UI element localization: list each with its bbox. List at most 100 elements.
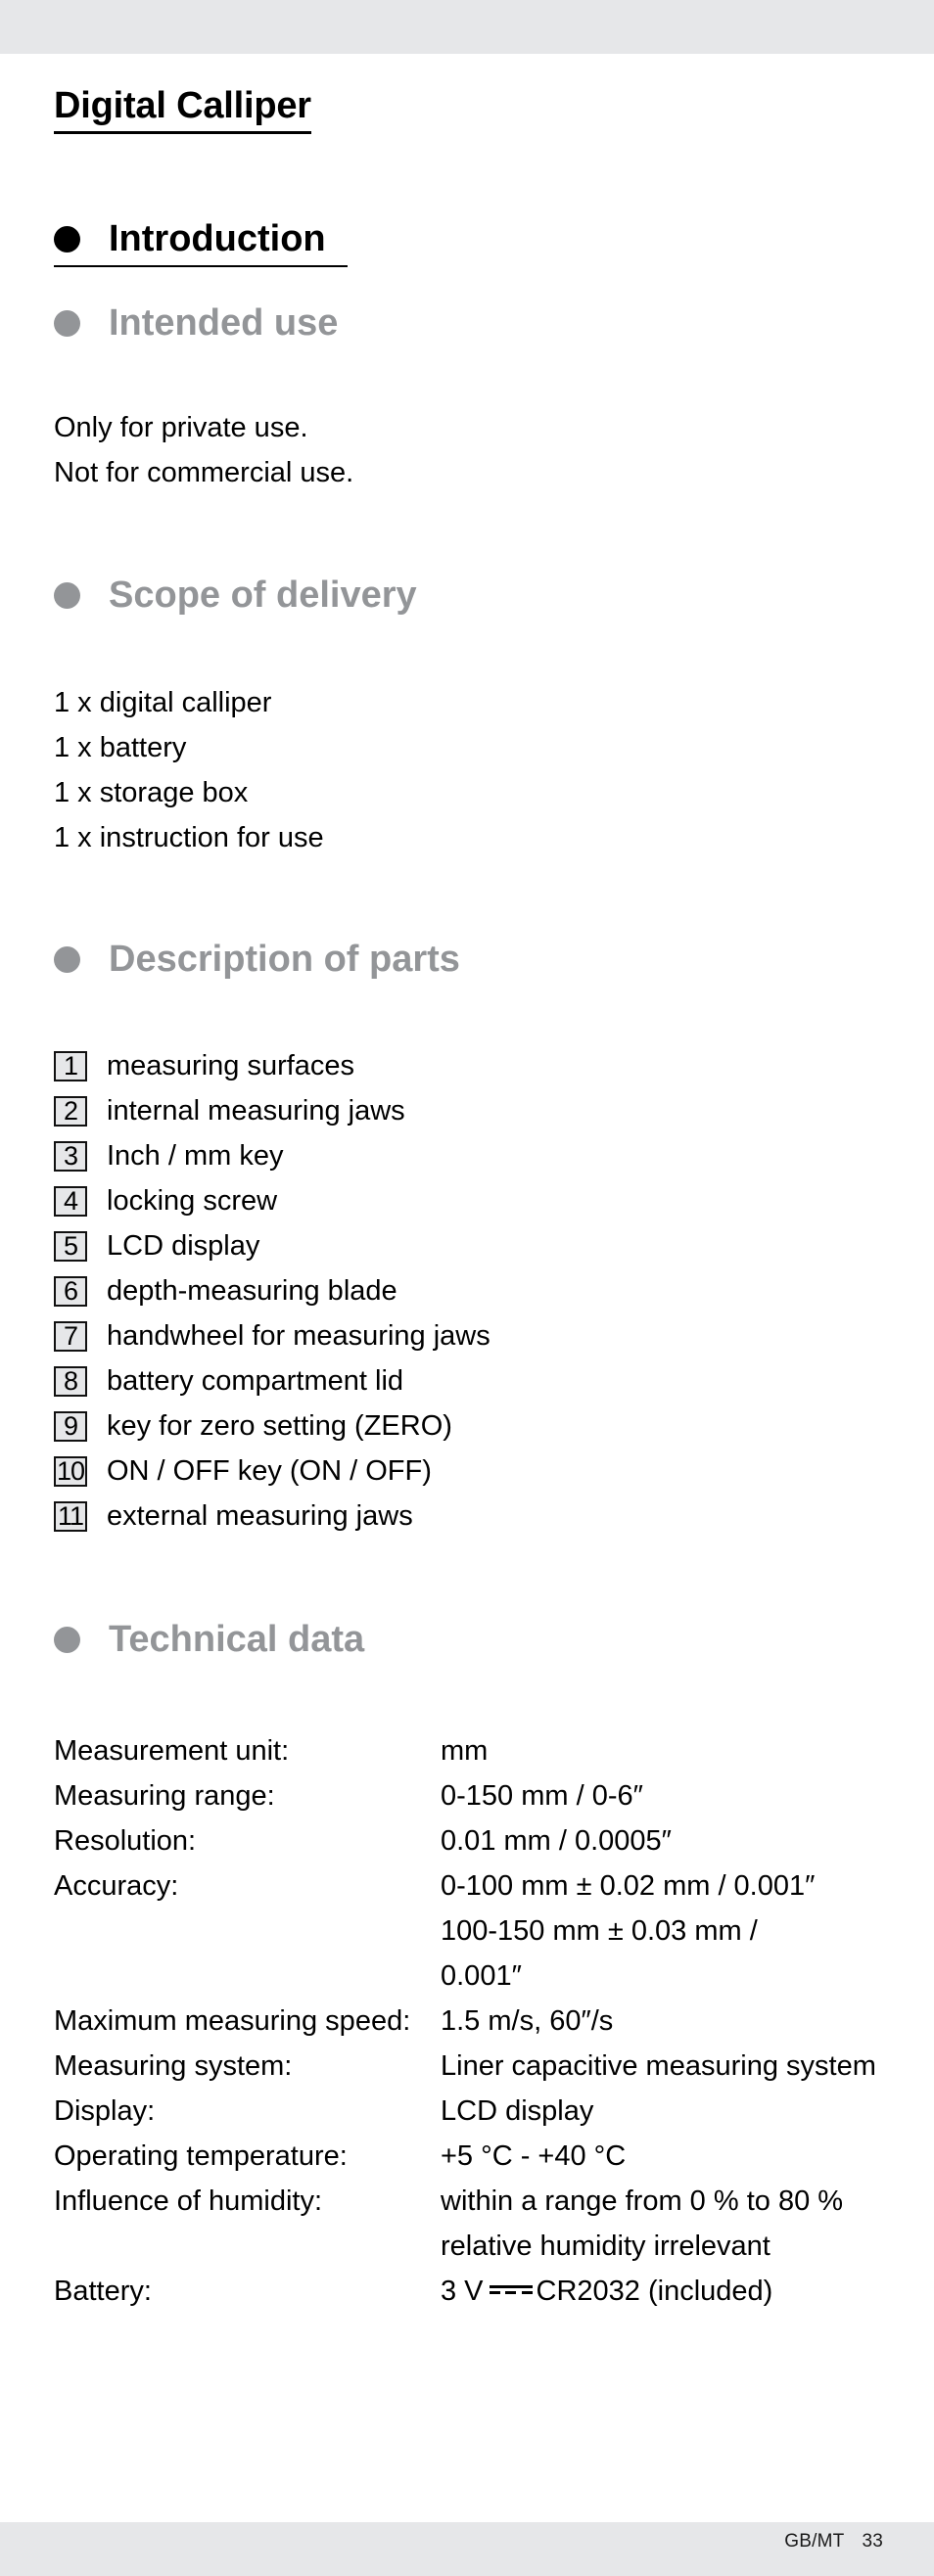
tech-data-key: Measuring range:	[54, 1780, 275, 1812]
tech-data-value: 0-150 mm / 0-6″	[441, 1773, 891, 1818]
heading-text: Introduction	[109, 218, 326, 259]
part-number-box: 5	[54, 1230, 87, 1262]
value-line: 0-100 mm ± 0.02 mm / 0.001″	[441, 1870, 816, 1902]
tech-data-key: Display:	[54, 2095, 156, 2127]
text-line: Only for private use.	[54, 412, 308, 443]
part-item: 11 external measuring jaws	[54, 1494, 490, 1539]
tech-data-row: Maximum measuring speed: 1.5 m/s, 60″/s	[54, 1999, 891, 2044]
page-header-band	[0, 0, 934, 54]
tech-data-value: LCD display	[441, 2089, 891, 2134]
value-line: LCD display	[441, 2095, 594, 2127]
tech-data-value: within a range from 0 % to 80 % relative …	[441, 2179, 891, 2269]
tech-data-row: Measurement unit: mm	[54, 1728, 891, 1773]
footer-region: GB/MT	[784, 2531, 845, 2552]
value-line: mm	[441, 1735, 489, 1767]
part-item: 3 Inch / mm key	[54, 1133, 490, 1178]
tech-data-key: Maximum measuring speed:	[54, 2005, 411, 2037]
list-item: 1 x digital calliper	[54, 687, 272, 718]
tech-data-row: Resolution: 0.01 mm / 0.0005″	[54, 1818, 891, 1863]
page-number: 33	[862, 2531, 883, 2552]
part-number-box: 10	[54, 1455, 87, 1487]
value-line: relative humidity irrelevant	[441, 2231, 771, 2262]
part-number-box: 8	[54, 1365, 87, 1397]
value-line: 1.5 m/s, 60″/s	[441, 2005, 614, 2037]
tech-data-value: 0.01 mm / 0.0005″	[441, 1818, 891, 1863]
value-line: 0-150 mm / 0-6″	[441, 1780, 643, 1812]
dc-current-icon	[489, 2283, 533, 2295]
section-heading-intended-use: Intended use	[54, 299, 338, 346]
bullet-icon	[54, 225, 80, 253]
battery-model: CR2032 (included)	[536, 2276, 773, 2307]
part-number-box: 1	[54, 1050, 87, 1081]
tech-data-value: +5 °C - +40 °C	[441, 2134, 891, 2179]
tech-data-value: 0-100 mm ± 0.02 mm / 0.001″ 100-150 mm ± …	[441, 1863, 891, 1999]
page-title: Digital Calliper	[54, 82, 311, 134]
tech-data-key: Resolution:	[54, 1825, 197, 1857]
section-heading-introduction: Introduction	[54, 215, 348, 267]
heading-text: Scope of delivery	[109, 575, 417, 616]
part-label: measuring surfaces	[107, 1049, 355, 1081]
part-label: external measuring jaws	[107, 1499, 413, 1532]
bullet-icon	[54, 581, 80, 609]
tech-data-key: Battery:	[54, 2276, 152, 2307]
part-item: 1 measuring surfaces	[54, 1043, 490, 1088]
parts-list: 1 measuring surfaces 2 internal measuring j…	[54, 1043, 490, 1539]
bullet-icon	[54, 309, 80, 337]
list-item: 1 x storage box	[54, 777, 249, 808]
tech-data-key: Measurement unit:	[54, 1735, 290, 1767]
heading-text: Description of parts	[109, 939, 460, 980]
tech-data-key: Accuracy:	[54, 1870, 179, 1902]
part-label: locking screw	[107, 1184, 278, 1217]
part-number-box: 7	[54, 1320, 87, 1352]
part-item: 5 LCD display	[54, 1223, 490, 1268]
part-label: battery compartment lid	[107, 1364, 404, 1397]
part-label: depth-measuring blade	[107, 1274, 397, 1307]
scope-of-delivery-list: 1 x digital calliper 1 x battery 1 x sto…	[54, 680, 324, 860]
value-line: 100-150 mm ± 0.03 mm /	[441, 1915, 758, 1947]
tech-data-row: Display: LCD display	[54, 2089, 891, 2134]
section-heading-scope-of-delivery: Scope of delivery	[54, 572, 417, 619]
value-line: Liner capacitive measuring system	[441, 2050, 876, 2082]
part-label: LCD display	[107, 1229, 260, 1262]
intended-use-text: Only for private use. Not for commercial…	[54, 405, 353, 495]
bullet-icon	[54, 1626, 80, 1653]
part-label: ON / OFF key (ON / OFF)	[107, 1454, 432, 1487]
part-item: 10 ON / OFF key (ON / OFF)	[54, 1449, 490, 1494]
tech-data-value: mm	[441, 1728, 891, 1773]
list-item: 1 x battery	[54, 732, 187, 763]
tech-data-value: 1.5 m/s, 60″/s	[441, 1999, 891, 2044]
tech-data-row: Operating temperature: +5 °C - +40 °C	[54, 2134, 891, 2179]
value-line: 0.01 mm / 0.0005″	[441, 1825, 672, 1857]
part-item: 9 key for zero setting (ZERO)	[54, 1403, 490, 1449]
page-footer: GB/MT 33	[784, 2529, 883, 2554]
part-item: 2 internal measuring jaws	[54, 1088, 490, 1133]
value-line: +5 °C - +40 °C	[441, 2140, 627, 2172]
heading-text: Technical data	[109, 1619, 365, 1660]
value-line: 0.001″	[441, 1960, 522, 1992]
heading-text: Intended use	[109, 302, 339, 344]
part-label: internal measuring jaws	[107, 1094, 405, 1127]
tech-data-value: 3 V CR2032 (included)	[441, 2269, 891, 2314]
bullet-icon	[54, 945, 80, 973]
part-number-box: 9	[54, 1410, 87, 1442]
part-label: Inch / mm key	[107, 1139, 284, 1172]
part-number-box: 4	[54, 1185, 87, 1217]
part-item: 7 handwheel for measuring jaws	[54, 1313, 490, 1358]
section-heading-description-of-parts: Description of parts	[54, 936, 460, 983]
tech-data-row: Influence of humidity: within a range fro…	[54, 2179, 891, 2269]
part-number-box: 3	[54, 1140, 87, 1172]
tech-data-key: Operating temperature:	[54, 2140, 348, 2172]
part-number-box: 11	[54, 1500, 87, 1532]
tech-data-row-battery: Battery: 3 V CR2032 (included)	[54, 2269, 891, 2314]
part-label: handwheel for measuring jaws	[107, 1319, 490, 1352]
tech-data-row: Measuring range: 0-150 mm / 0-6″	[54, 1773, 891, 1818]
tech-data-key: Measuring system:	[54, 2050, 293, 2082]
part-label: key for zero setting (ZERO)	[107, 1409, 452, 1442]
tech-data-value: Liner capacitive measuring system	[441, 2044, 891, 2089]
section-heading-technical-data: Technical data	[54, 1616, 364, 1663]
list-item: 1 x instruction for use	[54, 822, 324, 853]
tech-data-row: Accuracy: 0-100 mm ± 0.02 mm / 0.001″ 100-…	[54, 1863, 891, 1999]
part-item: 8 battery compartment lid	[54, 1358, 490, 1403]
value-line: within a range from 0 % to 80 %	[441, 2185, 844, 2217]
tech-data-row: Measuring system: Liner capacitive measur…	[54, 2044, 891, 2089]
